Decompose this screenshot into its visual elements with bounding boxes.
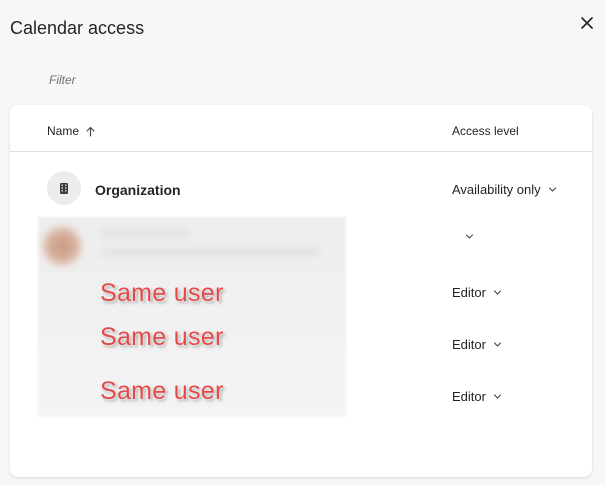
redaction-annotation: Same user xyxy=(100,279,224,307)
close-icon xyxy=(581,17,593,29)
column-header-name-label: Name xyxy=(47,124,80,138)
table-header: Name Access level xyxy=(10,105,592,152)
access-level-dropdown[interactable]: Availability only xyxy=(452,182,557,197)
redaction-annotation: Same user xyxy=(100,377,224,405)
filter-input[interactable] xyxy=(40,66,249,94)
access-level-dropdown[interactable]: Editor xyxy=(452,285,502,300)
access-level-value: Editor xyxy=(452,337,486,352)
sort-ascending-icon xyxy=(86,126,95,137)
access-level-value: Editor xyxy=(452,389,486,404)
dialog-title: Calendar access xyxy=(10,18,145,38)
access-table: Name Access level Organization Availabil… xyxy=(10,105,592,477)
building-icon xyxy=(60,183,68,194)
row-name: Organization xyxy=(95,182,181,198)
close-button[interactable] xyxy=(576,12,598,34)
chevron-down-icon xyxy=(465,234,474,239)
access-level-value: Editor xyxy=(452,285,486,300)
table-row: Same user Editor xyxy=(10,323,592,383)
access-level-dropdown[interactable]: Editor xyxy=(452,337,502,352)
column-header-name[interactable]: Name xyxy=(47,124,95,138)
chevron-down-icon xyxy=(548,187,556,192)
table-row xyxy=(10,229,592,279)
column-header-access-level: Access level xyxy=(452,124,519,138)
table-row: Same user Editor xyxy=(10,377,592,435)
chevron-down-icon xyxy=(493,394,502,399)
avatar xyxy=(47,171,81,205)
redaction-annotation: Same user xyxy=(100,323,224,351)
access-level-dropdown[interactable] xyxy=(458,232,474,241)
table-row: Same user Editor xyxy=(10,279,592,331)
chevron-down-icon xyxy=(493,290,502,295)
chevron-down-icon xyxy=(493,342,502,347)
access-level-dropdown[interactable]: Editor xyxy=(452,389,502,404)
access-level-value: Availability only xyxy=(452,182,541,197)
table-row: Organization Availability only xyxy=(10,171,592,221)
